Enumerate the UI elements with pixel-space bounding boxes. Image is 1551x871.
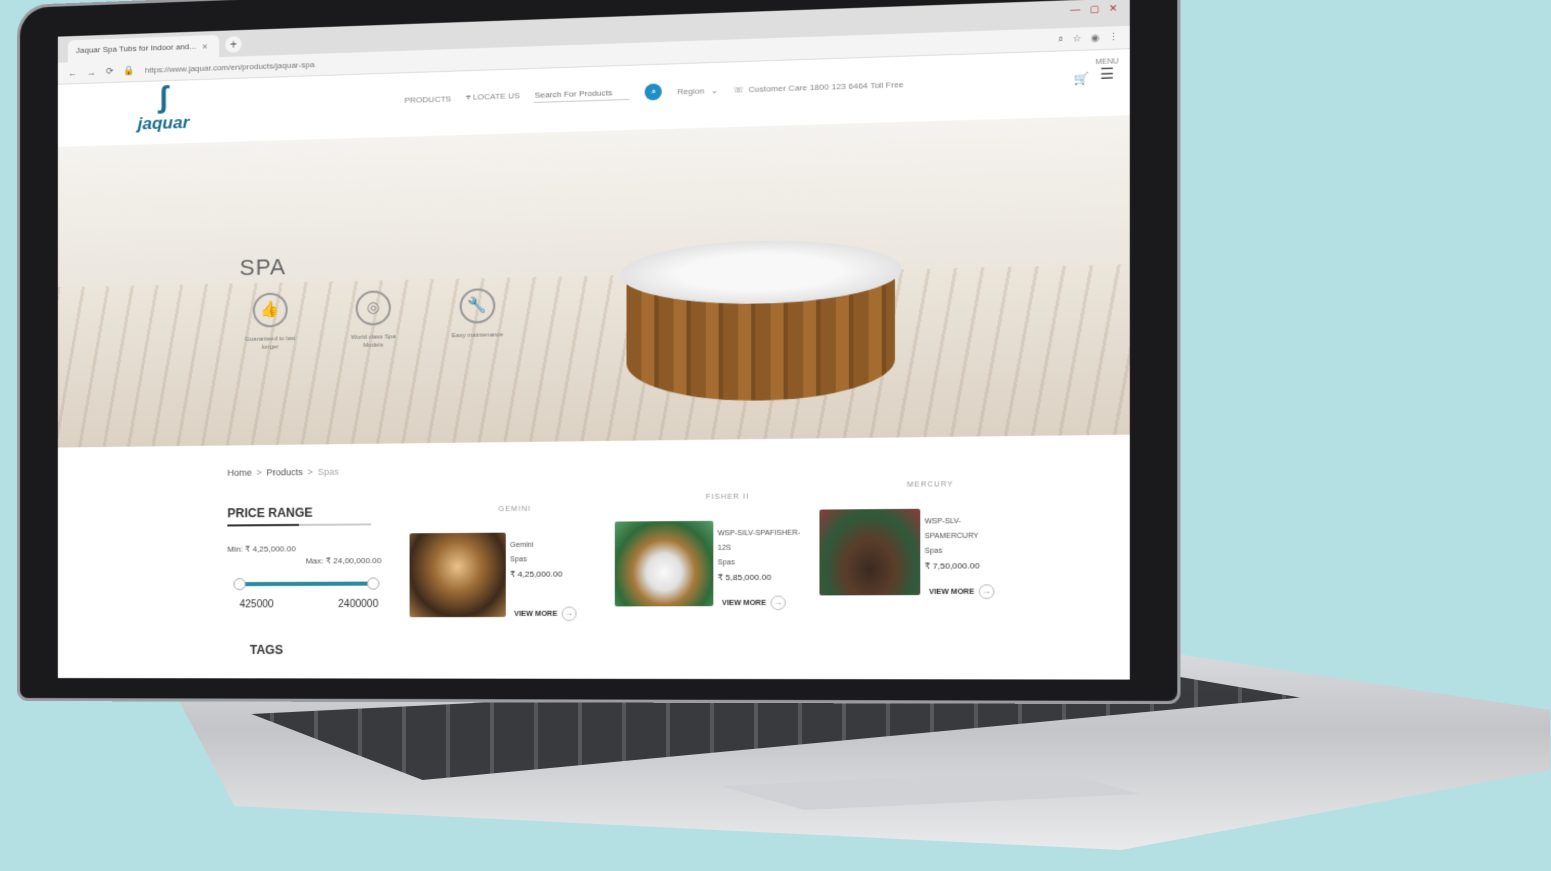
nav-locate-us[interactable]: ⌖ LOCATE US <box>466 91 520 103</box>
headset-icon: ☏ <box>733 84 744 94</box>
product-card[interactable]: MERCURY WSP-SLV-SPAMERCURY Spas ₹ 7,50,0… <box>819 478 1006 480</box>
range-max-label: 2400000 <box>338 599 378 610</box>
arrow-right-icon: → <box>979 584 995 599</box>
listing-section: Home > Products > Spas PRICE RANGE Min: … <box>58 435 1130 669</box>
product-image[interactable] <box>615 521 714 607</box>
breadcrumb: Home > Products > Spas <box>227 467 338 478</box>
feature-label: Guaranteed to last longer <box>240 335 301 352</box>
new-tab-button[interactable]: + <box>225 36 241 53</box>
breadcrumb-current: Spas <box>318 467 339 477</box>
logo[interactable]: ʃ jaquar <box>128 82 199 151</box>
product-heading: MERCURY <box>907 481 954 489</box>
product-info: WSP-SLV-SPAMERCURY Spas ₹ 7,50,000.00 <box>925 514 1014 574</box>
tab-title: Jaquar Spa Tubs for Indoor and... <box>76 42 196 56</box>
search-icon[interactable]: ⌕ <box>645 83 662 100</box>
product-heading: FISHER II <box>706 493 750 501</box>
nav-products[interactable]: PRODUCTS <box>404 94 451 105</box>
feature-item: 🔧 Easy maintenance <box>446 288 509 349</box>
back-icon[interactable]: ← <box>68 68 77 78</box>
price-minmax: Min: ₹ 4,25,000.00 Max: ₹ 24,00,000.00 <box>227 544 381 566</box>
breadcrumb-products[interactable]: Products <box>266 467 302 478</box>
extension-icon[interactable]: ◉ <box>1091 32 1100 44</box>
product-category: Spas <box>925 544 1014 559</box>
product-name: WSP-SLV-SPAMERCURY <box>925 514 1014 544</box>
price-range-title: PRICE RANGE <box>227 505 371 526</box>
tags-title: TAGS <box>250 643 283 657</box>
price-slider[interactable] <box>240 582 374 587</box>
customer-care-text: Customer Care 1800 123 6464 Toll Free <box>748 79 903 93</box>
region-select[interactable]: Region ⌄ <box>677 85 718 96</box>
cart-icon[interactable]: 🛒 <box>1074 72 1089 86</box>
product-price: ₹ 7,50,000.00 <box>925 559 1014 574</box>
product-info: WSP-SILV-SPAFISHER-12S Spas ₹ 5,85,000.0… <box>718 526 805 585</box>
logo-text: jaquar <box>128 112 199 134</box>
laptop-lid: Jaquar Spa Tubs for Indoor and... × + — … <box>20 0 1177 701</box>
view-more-button[interactable]: VIEW MORE → <box>722 596 786 611</box>
star-icon[interactable]: ☆ <box>1073 33 1082 45</box>
zoom-icon[interactable]: ⌕ <box>1058 33 1064 45</box>
menu-button[interactable]: MENU ☰ <box>1095 58 1118 81</box>
hero-banner: SPA 👍 Guaranteed to last longer ◎ World … <box>58 115 1130 447</box>
product-category: Spas <box>510 553 595 568</box>
product-heading: GEMINI <box>498 506 531 513</box>
max-price: Max: ₹ 24,00,000.00 <box>227 556 381 566</box>
region-label: Region <box>677 86 704 96</box>
feature-label: Easy maintenance <box>446 331 509 340</box>
main-nav: PRODUCTS ⌖ LOCATE US ⌕ Region ⌄ ☏ Custom… <box>404 76 903 108</box>
product-image[interactable] <box>819 509 920 596</box>
chevron-down-icon: ⌄ <box>711 85 718 95</box>
reload-icon[interactable]: ⟳ <box>106 66 114 77</box>
product-price: ₹ 5,85,000.00 <box>718 570 805 585</box>
product-image[interactable] <box>410 533 506 618</box>
slider-min-handle[interactable] <box>233 578 245 590</box>
search-input[interactable] <box>535 85 630 102</box>
lock-icon: 🔒 <box>124 65 135 76</box>
kebab-menu-icon[interactable]: ⋮ <box>1108 32 1118 44</box>
screen: Jaquar Spa Tubs for Indoor and... × + — … <box>58 0 1130 680</box>
product-info: Gemini Spas ₹ 4,25,000.00 <box>510 538 595 582</box>
breadcrumb-home[interactable]: Home <box>227 468 252 478</box>
laptop: Jaquar Spa Tubs for Indoor and... × + — … <box>0 0 1551 871</box>
product-card[interactable]: GEMINI Gemini Spas ₹ 4,25,000.00 VIEW MO… <box>410 503 589 505</box>
arrow-right-icon: → <box>770 596 785 611</box>
range-labels: 425000 2400000 <box>240 599 379 611</box>
min-price: Min: ₹ 4,25,000.00 <box>227 544 381 554</box>
spa-tub-image <box>620 238 901 410</box>
feature-item: ◎ World class Spa Models <box>342 290 404 350</box>
product-price: ₹ 4,25,000.00 <box>510 567 595 582</box>
forward-icon[interactable]: → <box>87 67 96 77</box>
jets-icon: ◎ <box>356 290 391 325</box>
view-more-button[interactable]: VIEW MORE → <box>929 584 994 599</box>
hero-title: SPA <box>240 254 286 281</box>
thumbs-up-icon: 👍 <box>253 292 288 327</box>
product-name: Gemini <box>510 538 595 553</box>
feature-list: 👍 Guaranteed to last longer ◎ World clas… <box>240 288 509 352</box>
window-controls[interactable]: — ▢ ✕ <box>1070 3 1121 16</box>
range-min-label: 425000 <box>240 599 274 610</box>
location-pin-icon: ⌖ <box>466 93 473 102</box>
product-card[interactable]: FISHER II WSP-SILV-SPAFISHER-12S Spas ₹ … <box>615 491 798 493</box>
wrench-icon: 🔧 <box>460 288 496 324</box>
slider-max-handle[interactable] <box>367 577 379 589</box>
logo-mark-icon: ʃ <box>128 82 199 115</box>
close-icon[interactable]: × <box>202 41 207 51</box>
product-category: Spas <box>718 556 805 571</box>
customer-care[interactable]: ☏ Customer Care 1800 123 6464 Toll Free <box>733 79 904 94</box>
feature-item: 👍 Guaranteed to last longer <box>240 292 301 352</box>
arrow-right-icon: → <box>562 607 577 621</box>
hamburger-icon: ☰ <box>1095 66 1118 82</box>
view-more-button[interactable]: VIEW MORE → <box>514 607 576 622</box>
feature-label: World class Spa Models <box>342 333 404 350</box>
product-name: WSP-SILV-SPAFISHER-12S <box>718 526 805 556</box>
